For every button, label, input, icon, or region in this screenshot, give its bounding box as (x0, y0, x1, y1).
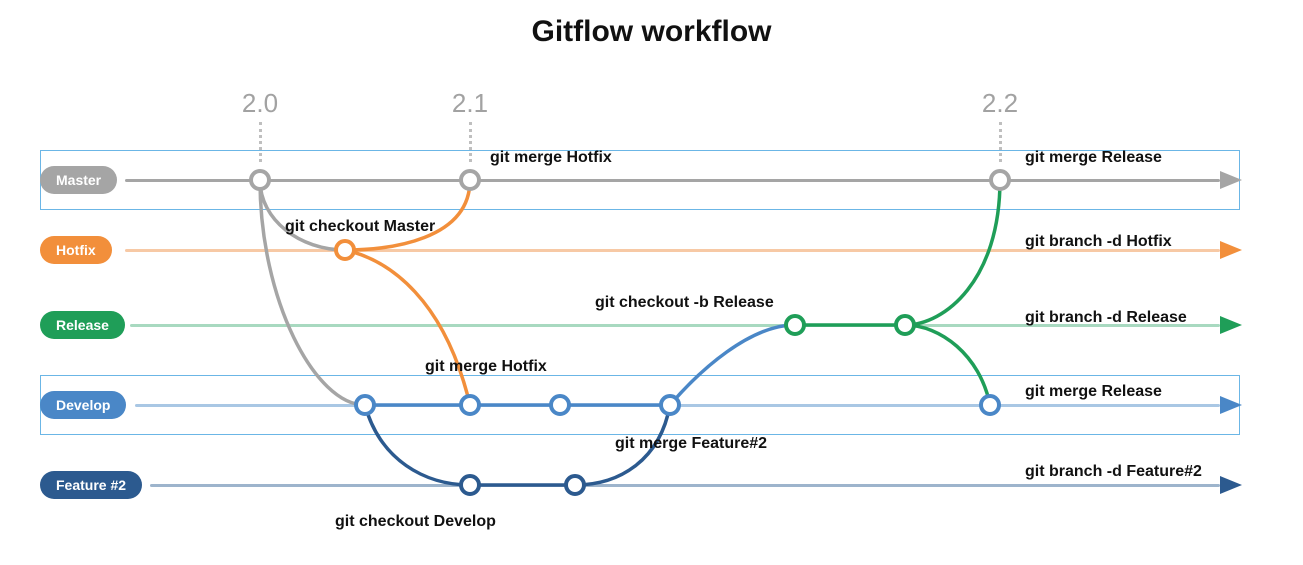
branch-label-hotfix: Hotfix (40, 236, 112, 264)
label-git-branch-d-hotfix: git branch -d Hotfix (1025, 233, 1172, 251)
branch-label-feature2: Feature #2 (40, 471, 142, 499)
label-git-merge-hotfix-dev: git merge Hotfix (425, 358, 547, 376)
version-dots-0 (259, 122, 262, 162)
commit-develop-1 (354, 394, 376, 416)
version-dots-2 (999, 122, 1002, 162)
version-dots-1 (469, 122, 472, 162)
label-git-merge-feature2: git merge Feature#2 (615, 435, 767, 453)
commit-release-2 (894, 314, 916, 336)
commit-master-2 (459, 169, 481, 191)
commit-feature2-2 (564, 474, 586, 496)
branch-label-master: Master (40, 166, 117, 194)
arrow-hotfix (1220, 241, 1242, 259)
arrow-feature2 (1220, 476, 1242, 494)
branch-label-develop: Develop (40, 391, 126, 419)
branch-line-feature2 (150, 484, 1220, 487)
label-git-checkout-b-release: git checkout -b Release (595, 294, 774, 312)
commit-master-1 (249, 169, 271, 191)
arrow-master (1220, 171, 1242, 189)
version-label-2: 2.2 (982, 88, 1018, 119)
label-git-merge-hotfix-top: git merge Hotfix (490, 149, 612, 167)
commit-develop-4 (659, 394, 681, 416)
commit-master-3 (989, 169, 1011, 191)
diagram-stage: 2.0 2.1 2.2 Master Hotfix Release Develo… (40, 100, 1240, 540)
diagram-title: Gitflow workflow (0, 15, 1303, 49)
label-git-checkout-develop: git checkout Develop (335, 513, 496, 531)
version-label-1: 2.1 (452, 88, 488, 119)
commit-develop-3 (549, 394, 571, 416)
commit-hotfix-1 (334, 239, 356, 261)
label-git-checkout-master: git checkout Master (285, 218, 435, 236)
branch-line-master (125, 179, 1220, 182)
version-label-0: 2.0 (242, 88, 278, 119)
commit-feature2-1 (459, 474, 481, 496)
label-git-branch-d-feature2: git branch -d Feature#2 (1025, 463, 1202, 481)
commit-release-1 (784, 314, 806, 336)
commit-develop-2 (459, 394, 481, 416)
label-git-merge-release-top: git merge Release (1025, 149, 1162, 167)
label-git-branch-d-release: git branch -d Release (1025, 309, 1187, 327)
branch-label-release: Release (40, 311, 125, 339)
commit-develop-5 (979, 394, 1001, 416)
arrow-develop (1220, 396, 1242, 414)
arrow-release (1220, 316, 1242, 334)
label-git-merge-release-dev: git merge Release (1025, 383, 1162, 401)
